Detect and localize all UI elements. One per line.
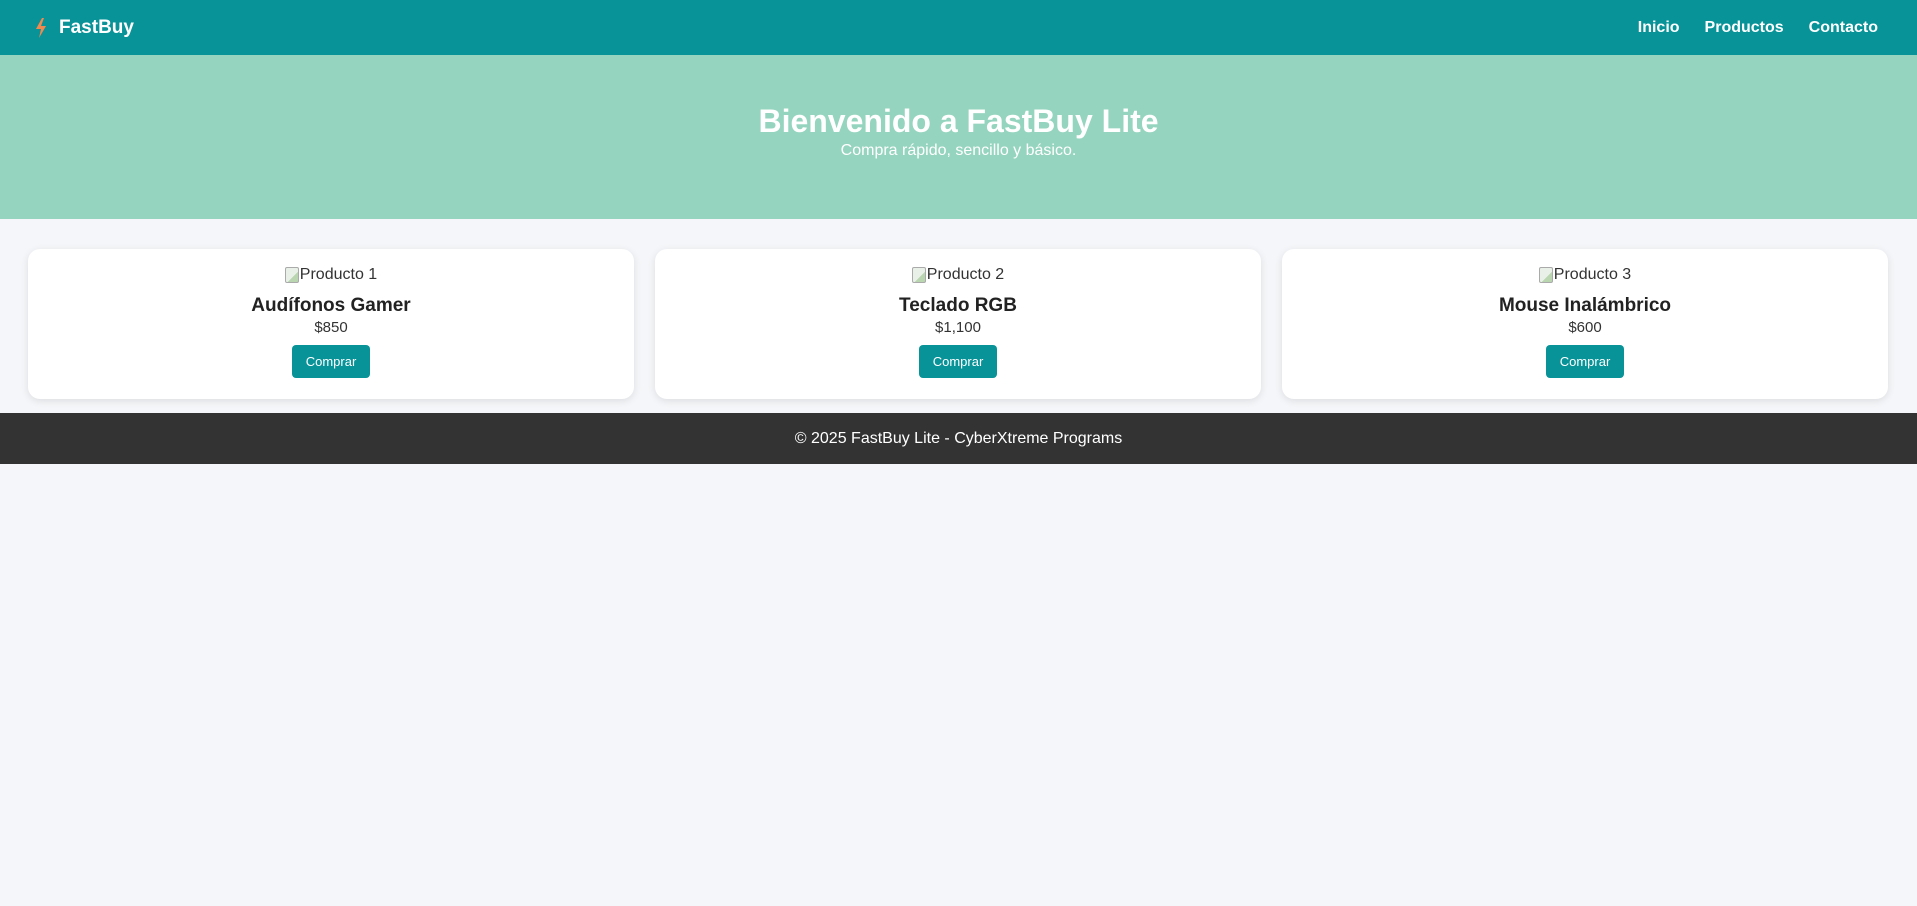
- product-name: Mouse Inalámbrico: [1498, 295, 1672, 316]
- buy-button[interactable]: Comprar: [291, 345, 371, 378]
- product-image: Producto 1: [284, 264, 378, 286]
- product-image: Producto 2: [911, 264, 1005, 286]
- hero-banner: Bienvenido a FastBuy Lite Compra rápido,…: [0, 55, 1917, 219]
- product-price: $600: [1568, 319, 1602, 336]
- buy-button[interactable]: Comprar: [1545, 345, 1625, 378]
- hero-title: Bienvenido a FastBuy Lite: [758, 103, 1159, 139]
- nav-link-inicio[interactable]: Inicio: [1638, 19, 1680, 37]
- broken-image-icon: [284, 267, 299, 283]
- product-image-alt: Producto 3: [1553, 266, 1632, 283]
- product-price: $850: [314, 319, 348, 336]
- product-price: $1,100: [935, 319, 981, 336]
- product-image-alt: Producto 1: [299, 266, 378, 283]
- product-image-alt: Producto 2: [926, 266, 1005, 283]
- product-name: Audífonos Gamer: [251, 295, 411, 316]
- product-card: Producto 2 Teclado RGB $1,100 Comprar: [655, 249, 1261, 399]
- buy-button[interactable]: Comprar: [918, 345, 998, 378]
- product-name: Teclado RGB: [899, 295, 1017, 316]
- main-nav: Inicio Productos Contacto: [1638, 19, 1878, 37]
- nav-link-contacto[interactable]: Contacto: [1809, 19, 1878, 37]
- product-card: Producto 1 Audífonos Gamer $850 Comprar: [28, 249, 634, 399]
- brand-name: FastBuy: [59, 16, 134, 38]
- product-grid: Producto 1 Audífonos Gamer $850 Comprar …: [0, 219, 1917, 413]
- broken-image-icon: [911, 267, 926, 283]
- footer-copyright: © 2025 FastBuy Lite - CyberXtreme Progra…: [794, 429, 1123, 447]
- product-image: Producto 3: [1538, 264, 1632, 286]
- brand-logo-link[interactable]: FastBuy: [34, 17, 134, 39]
- nav-link-productos[interactable]: Productos: [1705, 19, 1784, 37]
- hero-subtitle: Compra rápido, sencillo y básico.: [840, 142, 1077, 159]
- broken-image-icon: [1538, 267, 1553, 283]
- bolt-icon: [34, 17, 48, 39]
- product-card: Producto 3 Mouse Inalámbrico $600 Compra…: [1282, 249, 1888, 399]
- top-navbar: FastBuy Inicio Productos Contacto: [0, 0, 1917, 55]
- page-footer: © 2025 FastBuy Lite - CyberXtreme Progra…: [0, 413, 1917, 464]
